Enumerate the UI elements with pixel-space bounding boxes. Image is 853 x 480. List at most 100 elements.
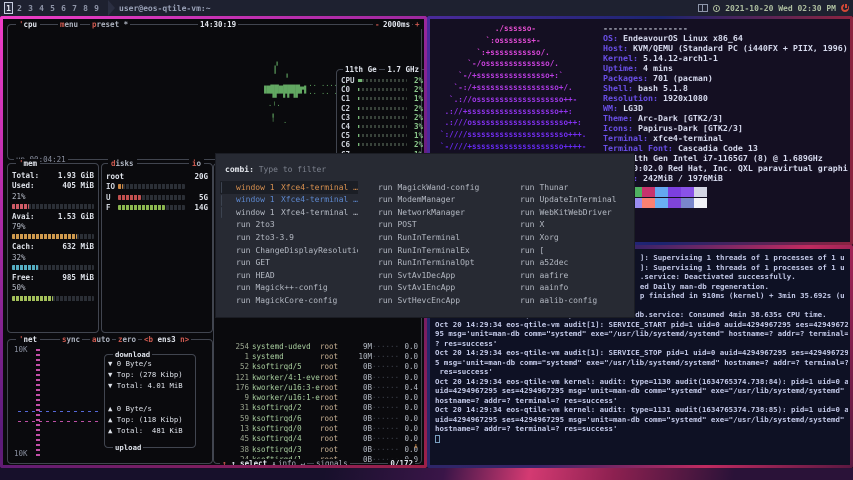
mem-meter — [12, 265, 94, 270]
launcher-entry-run-MagickWand-config[interactable]: runMagickWand-config — [362, 181, 500, 194]
net-panel-title[interactable]: net — [16, 335, 40, 344]
proc-info-button[interactable]: info ↵ — [276, 459, 307, 465]
entry-prefix: run — [236, 220, 250, 229]
launcher-entry-run-2to3-3.9[interactable]: run2to3-3.9 — [220, 231, 358, 244]
launcher-entry-run-ModemManager[interactable]: runModemManager — [362, 194, 500, 207]
neofetch-line: Uptime: 4 mins — [603, 63, 848, 73]
process-name: kworker/4:1-eve — [252, 373, 320, 382]
layout-icon[interactable] — [698, 4, 708, 12]
launcher-entry-run-UpdateInTerminal[interactable]: runUpdateInTerminal — [504, 194, 632, 207]
launcher-entry-run-2to3[interactable]: run2to3 — [220, 219, 358, 232]
mem-label: Total: — [12, 171, 39, 181]
process-row[interactable]: 52ksoftirqd/5root0B0.0 — [218, 362, 418, 372]
workspace-1[interactable]: 1 — [4, 2, 13, 14]
mem-panel-title[interactable]: mem — [16, 159, 40, 168]
workspace-8[interactable]: 8 — [81, 2, 90, 14]
process-row[interactable]: 254systemd-udevdroot9M0.0 — [218, 341, 418, 351]
net-zero-button[interactable]: zero — [116, 335, 138, 344]
process-row[interactable]: 45ksoftirqd/4root0B0.0 — [218, 434, 418, 444]
interval-plus-button[interactable]: + — [413, 20, 422, 29]
process-row[interactable]: 176kworker/u16:3-eroot0B0.4 — [218, 382, 418, 392]
scroll-down-icon[interactable]: ↓ — [413, 441, 418, 450]
launcher-entry-run-a52dec[interactable]: runa52dec — [504, 256, 632, 269]
process-user: root — [320, 373, 350, 382]
process-row[interactable]: 13ksoftirqd/0root0B0.0 — [218, 423, 418, 433]
workspace-4[interactable]: 4 — [37, 2, 46, 14]
workspace-3[interactable]: 3 — [26, 2, 35, 14]
disks-panel-title[interactable]: disks — [108, 159, 137, 168]
process-row[interactable]: 9kworker/u16:1-eroot0B0.0 — [218, 393, 418, 403]
launcher-entry-run-GET[interactable]: runGET — [220, 256, 358, 269]
launcher-entry-run-RunInTerminal[interactable]: runRunInTerminal — [362, 231, 500, 244]
entry-name: RunInTerminal — [397, 233, 460, 242]
process-row[interactable]: 121kworker/4:1-everoot0B0.0 — [218, 372, 418, 382]
workspace-5[interactable]: 5 — [48, 2, 57, 14]
neofetch-label: Uptime: — [603, 63, 643, 73]
preset-button[interactable]: preset * — [90, 20, 130, 29]
power-icon[interactable] — [841, 4, 849, 12]
mem-row: Free:985 MiB — [8, 273, 98, 283]
process-pid: 13 — [218, 424, 252, 433]
launcher-entry-run-Magick++-config[interactable]: runMagick++-config — [220, 281, 358, 294]
launcher-prompt[interactable]: combi: Type to filter — [225, 165, 326, 174]
neofetch-line: CPU: 11th Gen Intel i7-1165G7 (8) @ 1.68… — [603, 153, 848, 163]
net-interface-switch[interactable]: <b ens3 n> — [142, 335, 191, 344]
journal-line: Oct 20 14:29:34 eos-qtile-vm kernel: aud… — [435, 405, 848, 415]
workspace-6[interactable]: 6 — [59, 2, 68, 14]
launcher-entry-run-SvtAv1DecApp[interactable]: runSvtAv1DecApp — [362, 269, 500, 282]
neofetch-value: 701 (pacman) — [653, 73, 713, 83]
palette-swatch — [642, 198, 655, 208]
disks-io-title[interactable]: io — [189, 159, 204, 168]
menu-button[interactable]: menu — [58, 20, 80, 29]
launcher-entry-run-Xorg[interactable]: runXorg — [504, 231, 632, 244]
launcher-column-1: window 1Xfce4-terminal …window 1Xfce4-te… — [220, 181, 358, 306]
neofetch-value: 11th Gen Intel i7-1165G7 (8) @ 1.689GHz — [628, 153, 823, 163]
workspace-9[interactable]: 9 — [92, 2, 101, 14]
cpu-panel-title[interactable]: cpu — [16, 20, 40, 29]
launcher-entry-run-X[interactable]: runX — [504, 219, 632, 232]
launcher-entry-run-ChangeDisplayResolution[interactable]: runChangeDisplayResolution — [220, 244, 358, 257]
terminal-cursor[interactable] — [435, 435, 440, 443]
core-row: C22% — [337, 104, 424, 113]
core-row: C11% — [337, 94, 424, 103]
launcher-entry-run-NetworkManager[interactable]: runNetworkManager — [362, 206, 500, 219]
launcher-entry-run-SvtHevcEncApp[interactable]: runSvtHevcEncApp — [362, 294, 500, 307]
launcher-entry-run-Thunar[interactable]: runThunar — [504, 181, 632, 194]
ascii-art-line: `-////+ssssssssssssssssssso++++- — [440, 141, 586, 153]
process-row[interactable]: 38ksoftirqd/3root0B0.0 — [218, 444, 418, 454]
ascii-art-line: `-/ossssssssssssso/. — [440, 58, 559, 70]
core-meter — [358, 107, 407, 110]
launcher-entry-window[interactable]: window 1Xfce4-terminal … — [220, 194, 358, 207]
process-name: ksoftirqd/5 — [252, 362, 320, 371]
net-auto-button[interactable]: auto — [90, 335, 112, 344]
mem-label: Used: — [12, 181, 35, 191]
process-row[interactable]: 59ksoftirqd/6root0B0.0 — [218, 413, 418, 423]
neofetch-label: Icons: — [603, 123, 638, 133]
interval-value: 2000ms — [381, 20, 412, 29]
entry-name: MagickWand-config — [397, 183, 479, 192]
launcher-entry-run-POST[interactable]: runPOST — [362, 219, 500, 232]
launcher-entry-run-HEAD[interactable]: runHEAD — [220, 269, 358, 282]
launcher-entry-run-[[interactable]: run[ — [504, 244, 632, 257]
process-row[interactable]: 31ksoftirqd/2root0B0.0 — [218, 403, 418, 413]
launcher-entry-run-RunInTerminalOpt[interactable]: runRunInTerminalOpt — [362, 256, 500, 269]
launcher-entry-run-SvtAv1EncApp[interactable]: runSvtAv1EncApp — [362, 281, 500, 294]
entry-prefix: run — [520, 195, 534, 204]
launcher-entry-run-WebKitWebDriver[interactable]: runWebKitWebDriver — [504, 206, 632, 219]
net-sync-button[interactable]: sync — [60, 335, 82, 344]
process-pid: 52 — [218, 362, 252, 371]
launcher-entry-run-MagickCore-config[interactable]: runMagickCore-config — [220, 294, 358, 307]
launcher-entry-run-aalib-config[interactable]: runaalib-config — [504, 294, 632, 307]
launcher-entry-run-RunInTerminalEx[interactable]: runRunInTerminalEx — [362, 244, 500, 257]
process-row[interactable]: 1systemdroot10M0.0 — [218, 351, 418, 361]
launcher-entry-window[interactable]: window 1Xfce4-terminal … — [220, 206, 358, 219]
proc-signals-button[interactable]: signals — [314, 459, 350, 465]
proc-select-button[interactable]: ↑ ↑ select ↓ — [220, 459, 278, 465]
workspace-2[interactable]: 2 — [15, 2, 24, 14]
launcher-entry-run-aafire[interactable]: runaafire — [504, 269, 632, 282]
launcher-entry-run-aainfo[interactable]: runaainfo — [504, 281, 632, 294]
workspace-7[interactable]: 7 — [70, 2, 79, 14]
process-user: root — [320, 434, 350, 443]
launcher-entry-window[interactable]: window 1Xfce4-terminal … — [220, 181, 358, 194]
mem-value: 405 MiB — [62, 181, 94, 191]
